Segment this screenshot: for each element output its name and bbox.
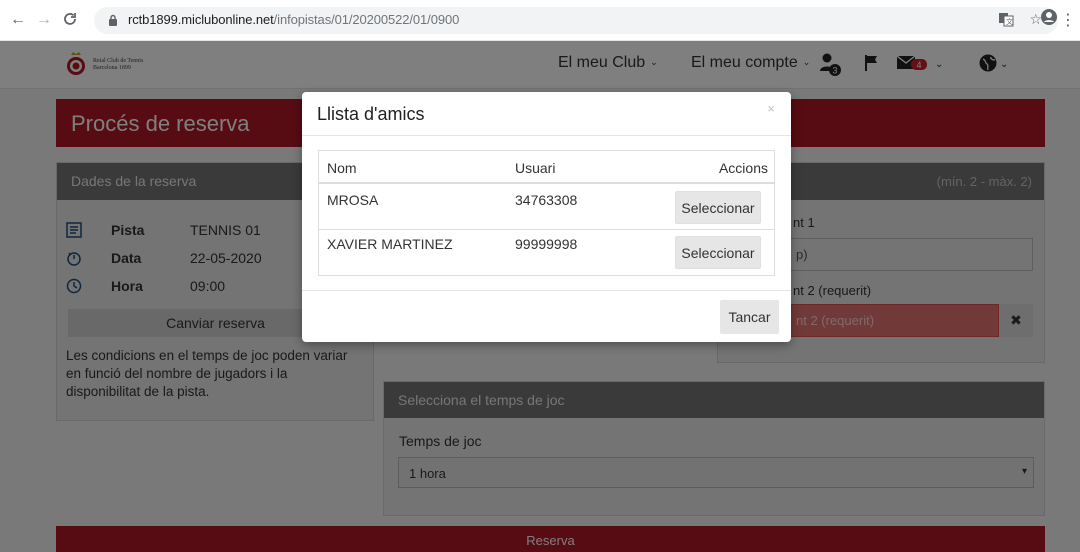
column-header-name: Nom	[327, 160, 357, 176]
friend-user-id: 34763308	[515, 192, 578, 208]
friends-table: Nom Usuari Accions MROSA 34763308 Selecc…	[318, 150, 775, 276]
modal-footer-divider	[302, 290, 791, 291]
close-modal-button[interactable]: Tancar	[720, 300, 779, 334]
browser-menu-icon[interactable]: ⋮	[1060, 10, 1076, 30]
modal-header-divider	[302, 135, 791, 136]
url-text: rctb1899.miclubonline.net/infopistas/01/…	[128, 12, 460, 27]
profile-icon[interactable]	[1040, 8, 1058, 29]
column-header-user: Usuari	[515, 160, 556, 176]
modal-title: Llista d'amics	[317, 104, 425, 124]
friend-name: MROSA	[327, 192, 379, 208]
column-header-actions: Accions	[718, 160, 768, 176]
translate-icon[interactable]: 文	[998, 11, 1014, 30]
select-friend-button[interactable]: Seleccionar	[675, 236, 761, 269]
row-divider	[319, 229, 774, 230]
back-button[interactable]: ←	[10, 11, 26, 29]
friend-user-id: 99999998	[515, 236, 578, 252]
table-header-divider	[319, 182, 774, 184]
reload-button[interactable]	[62, 11, 78, 32]
reload-icon	[64, 13, 76, 25]
address-bar[interactable]: rctb1899.miclubonline.net/infopistas/01/…	[94, 7, 1058, 34]
friend-name: XAVIER MARTINEZ	[327, 236, 453, 252]
modal-close-icon[interactable]: ×	[767, 101, 775, 116]
browser-toolbar: ← → rctb1899.miclubonline.net/infopistas…	[0, 0, 1080, 41]
friends-list-modal: Llista d'amics × Nom Usuari Accions MROS…	[302, 92, 791, 342]
forward-button[interactable]: →	[36, 11, 52, 29]
lock-icon	[109, 14, 117, 26]
svg-text:文: 文	[1006, 17, 1013, 26]
select-friend-button[interactable]: Seleccionar	[675, 191, 761, 224]
